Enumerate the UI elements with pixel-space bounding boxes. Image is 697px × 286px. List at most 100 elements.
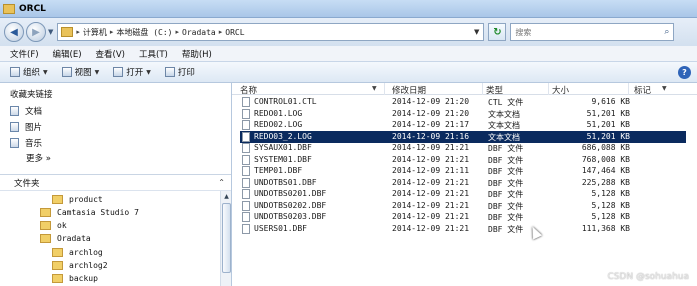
file-row[interactable]: REDO02.LOG 2014-12-09 21:17 文本文档 51,201 KB xyxy=(240,119,686,131)
file-size: 768,008 KB xyxy=(581,154,630,164)
open-button[interactable]: 打开 ▼ xyxy=(113,66,151,78)
address-bar[interactable]: ▸ 计算机 ▸ 本地磁盘 (C:) ▸ Oradata ▸ ORCL ▼ xyxy=(57,23,485,41)
file-type: DBF 文件 xyxy=(488,167,524,176)
column-size[interactable]: 大小 xyxy=(552,84,569,96)
refresh-button[interactable]: ↻ xyxy=(488,23,507,41)
file-row[interactable]: UNDOTBS0202.DBF 2014-12-09 21:21 DBF 文件 5,1… xyxy=(240,200,686,212)
chevron-up-icon[interactable]: ⌃ xyxy=(218,178,225,187)
breadcrumb-computer[interactable]: 计算机 xyxy=(83,27,107,38)
file-icon xyxy=(242,120,250,130)
folder-icon xyxy=(3,3,15,14)
views-icon xyxy=(61,67,72,77)
folder-icon xyxy=(52,261,63,270)
file-icon xyxy=(242,189,250,199)
chevron-down-icon[interactable]: ▼ xyxy=(372,85,377,92)
favorite-music[interactable]: 音乐 xyxy=(10,137,42,149)
folder-tree-scrollbar[interactable]: ▲ xyxy=(220,191,231,286)
tree-folder-product[interactable]: product xyxy=(52,195,103,204)
chevron-right-icon[interactable]: ▸ xyxy=(176,28,180,36)
search-input[interactable] xyxy=(511,27,652,37)
file-type: 文本文档 xyxy=(488,121,520,130)
file-date: 2014-12-09 21:21 xyxy=(392,223,470,233)
open-label: 打开 xyxy=(126,68,144,78)
breadcrumb-oradata[interactable]: Oradata xyxy=(182,28,216,37)
title-bar[interactable]: ORCL xyxy=(0,0,697,18)
chevron-right-icon[interactable]: ▸ xyxy=(76,28,80,36)
column-date[interactable]: 修改日期 xyxy=(392,84,426,96)
column-divider[interactable] xyxy=(384,83,385,95)
folder-icon xyxy=(61,27,74,37)
print-label: 打印 xyxy=(177,68,195,78)
search-icon[interactable]: ⌕ xyxy=(664,27,669,37)
back-arrow-icon: ◀ xyxy=(10,26,18,38)
file-row[interactable]: UNDOTBS01.DBF 2014-12-09 21:21 DBF 文件 225,2… xyxy=(240,177,686,189)
scrollbar-thumb[interactable] xyxy=(222,203,231,273)
file-name: SYSTEM01.DBF xyxy=(254,154,312,164)
chevron-down-icon: ▼ xyxy=(43,68,48,76)
views-label: 视图 xyxy=(74,68,92,78)
column-divider[interactable] xyxy=(482,83,483,95)
file-name: UNDOTBS0203.DBF xyxy=(254,212,327,221)
menu-file[interactable]: 文件(F) xyxy=(10,48,39,60)
file-name: UNDOTBS0201.DBF xyxy=(254,189,327,198)
menu-bar: 文件(F) 编辑(E) 查看(V) 工具(T) 帮助(H) xyxy=(0,46,697,61)
breadcrumb-orcl[interactable]: ORCL xyxy=(225,28,244,37)
views-button[interactable]: 视图 ▼ xyxy=(61,66,99,78)
forward-button[interactable]: ▶ xyxy=(26,22,46,42)
back-button[interactable]: ◀ xyxy=(4,22,24,42)
tree-folder-ok[interactable]: ok xyxy=(40,221,67,230)
column-type[interactable]: 类型 xyxy=(486,84,503,96)
file-size: 225,288 KB xyxy=(581,177,630,187)
file-row[interactable]: USERS01.DBF 2014-12-09 21:21 DBF 文件 111,368… xyxy=(240,223,686,235)
menu-view[interactable]: 查看(V) xyxy=(96,48,125,60)
print-button[interactable]: 打印 xyxy=(164,66,195,78)
file-date: 2014-12-09 21:21 xyxy=(392,200,470,210)
breadcrumb-local-disk[interactable]: 本地磁盘 (C:) xyxy=(116,27,172,38)
file-row[interactable]: TEMP01.DBF 2014-12-09 21:11 DBF 文件 147,464 … xyxy=(240,165,686,177)
tree-folder-backup[interactable]: backup xyxy=(52,274,98,283)
file-date: 2014-12-09 21:11 xyxy=(392,166,470,175)
folders-header[interactable]: 文件夹 ⌃ xyxy=(0,174,231,191)
column-name[interactable]: 名称 xyxy=(240,84,257,96)
file-icon xyxy=(242,212,250,222)
address-dropdown-icon[interactable]: ▼ xyxy=(474,28,483,36)
organize-button[interactable]: 组织 ▼ xyxy=(10,66,48,78)
file-row[interactable]: REDO01.LOG 2014-12-09 21:20 文本文档 51,201 KB xyxy=(240,108,686,120)
file-name: USERS01.DBF xyxy=(254,223,307,233)
column-divider[interactable] xyxy=(548,83,549,95)
tree-folder-archlog2[interactable]: archlog2 xyxy=(52,261,108,270)
menu-help[interactable]: 帮助(H) xyxy=(182,48,212,60)
column-tags[interactable]: 标记 xyxy=(634,84,651,96)
search-box[interactable]: ⌕ xyxy=(510,23,675,41)
file-row[interactable]: REDO03_2.LOG 2014-12-09 21:16 文本文档 51,201 K… xyxy=(240,130,686,143)
scroll-up-icon[interactable]: ▲ xyxy=(222,192,231,201)
tree-folder-oradata[interactable]: Oradata xyxy=(40,234,91,243)
favorite-documents[interactable]: 文档 xyxy=(10,105,42,117)
chevron-right-icon[interactable]: ▸ xyxy=(219,28,223,36)
menu-tools[interactable]: 工具(T) xyxy=(139,48,168,60)
tree-folder-camtasia[interactable]: Camtasia Studio 7 xyxy=(40,208,139,217)
organize-label: 组织 xyxy=(23,68,41,78)
file-row[interactable]: UNDOTBS0203.DBF 2014-12-09 21:21 DBF 文件 5,1… xyxy=(240,211,686,223)
favorite-pictures[interactable]: 图片 xyxy=(10,121,42,133)
help-button[interactable]: ? xyxy=(678,65,691,79)
tree-folder-archlog[interactable]: archlog xyxy=(52,248,103,257)
file-name: SYSAUX01.DBF xyxy=(254,143,312,152)
file-row[interactable]: UNDOTBS0201.DBF 2014-12-09 21:21 DBF 文件 5,1… xyxy=(240,188,686,200)
recent-pages-dropdown[interactable]: ▼ xyxy=(48,28,53,36)
file-date: 2014-12-09 21:21 xyxy=(392,212,470,221)
file-row[interactable]: SYSTEM01.DBF 2014-12-09 21:21 DBF 文件 768,00… xyxy=(240,154,686,166)
file-row[interactable]: CONTROL01.CTL 2014-12-09 21:20 CTL 文件 9,616… xyxy=(240,96,686,108)
tree-folder-label: backup xyxy=(69,274,98,283)
chevron-right-icon[interactable]: ▸ xyxy=(110,28,114,36)
menu-edit[interactable]: 编辑(E) xyxy=(53,48,82,60)
file-icon xyxy=(242,200,250,211)
file-type: DBF 文件 xyxy=(488,201,524,211)
file-row[interactable]: SYSAUX01.DBF 2014-12-09 21:21 DBF 文件 686,08… xyxy=(240,142,686,154)
file-icon xyxy=(242,97,250,107)
more-links[interactable]: 更多 » xyxy=(26,152,51,164)
refresh-icon: ↻ xyxy=(493,26,502,38)
column-divider[interactable] xyxy=(628,83,629,95)
chevron-down-icon[interactable]: ▼ xyxy=(662,85,667,92)
chevron-down-icon: ▼ xyxy=(146,68,151,76)
